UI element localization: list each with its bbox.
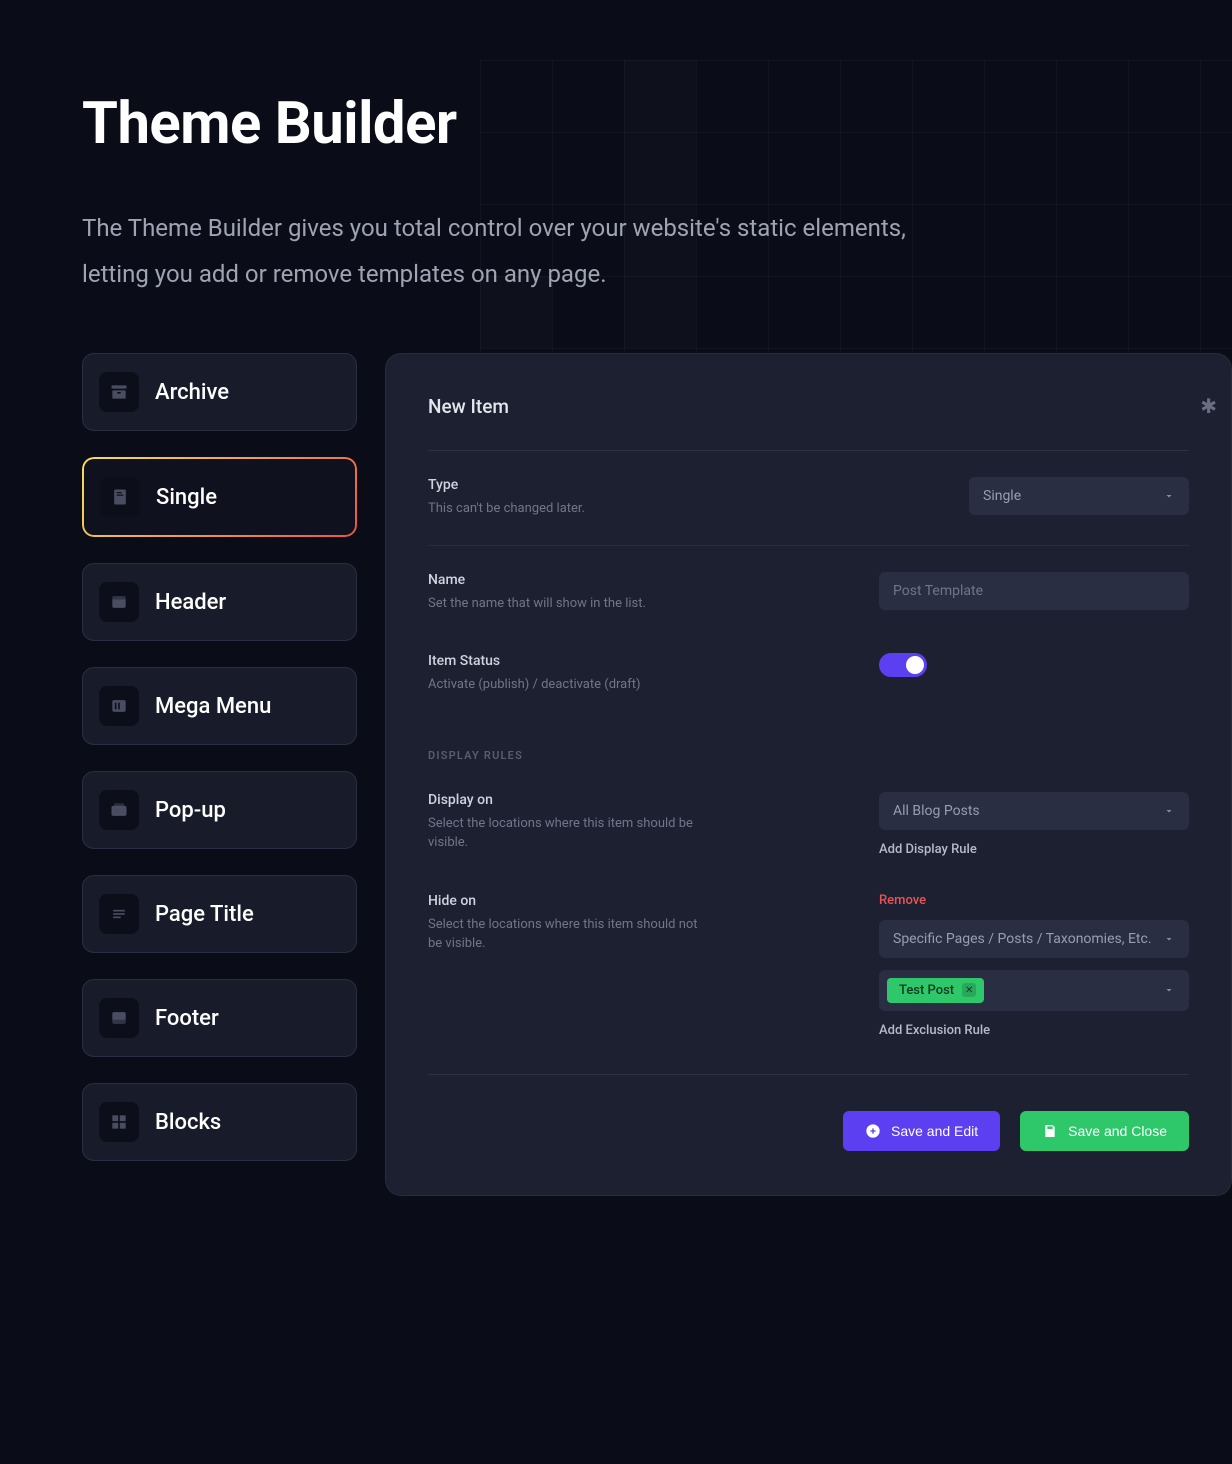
name-hint: Set the name that will show in the list. <box>428 594 708 614</box>
status-toggle[interactable] <box>879 653 927 677</box>
type-value: Single <box>983 488 1021 504</box>
sidebar-item-label: Blocks <box>155 1110 221 1135</box>
chevron-down-icon <box>1163 490 1175 502</box>
page-description: The Theme Builder gives you total contro… <box>82 206 952 297</box>
sidebar-item-label: Pop-up <box>155 798 226 823</box>
save-close-label: Save and Close <box>1068 1123 1167 1139</box>
popup-icon <box>99 790 139 830</box>
chevron-down-icon <box>1163 933 1175 945</box>
sidebar-item-label: Footer <box>155 1006 219 1031</box>
page-title: Theme Builder <box>82 90 1232 158</box>
hide-on-value: Specific Pages / Posts / Taxonomies, Etc… <box>893 931 1152 947</box>
display-on-label: Display on <box>428 792 708 808</box>
save-icon <box>1042 1123 1058 1139</box>
save-edit-label: Save and Edit <box>891 1123 978 1139</box>
tag-chip: Test Post ✕ <box>887 978 984 1003</box>
remove-link[interactable]: Remove <box>879 893 1189 908</box>
hide-on-select[interactable]: Specific Pages / Posts / Taxonomies, Etc… <box>879 920 1189 958</box>
sidebar-item-page-title[interactable]: Page Title <box>82 875 357 953</box>
hide-on-hint: Select the locations where this item sho… <box>428 915 708 954</box>
remove-tag-icon[interactable]: ✕ <box>962 983 976 997</box>
new-item-panel: New Item ✱ Type This can't be changed la… <box>385 353 1232 1196</box>
type-label: Type <box>428 477 708 493</box>
chevron-down-icon <box>1163 984 1175 996</box>
sidebar-item-archive[interactable]: Archive <box>82 353 357 431</box>
display-on-select[interactable]: All Blog Posts <box>879 792 1189 830</box>
sidebar-item-footer[interactable]: Footer <box>82 979 357 1057</box>
sidebar: Archive Single Header Mega Menu Pop-up <box>82 353 357 1196</box>
name-label: Name <box>428 572 708 588</box>
add-display-rule-link[interactable]: Add Display Rule <box>879 842 1189 857</box>
chevron-down-icon <box>1163 805 1175 817</box>
edit-icon <box>865 1123 881 1139</box>
sidebar-item-label: Archive <box>155 380 229 405</box>
sidebar-item-label: Header <box>155 590 226 615</box>
panel-title: New Item <box>428 395 509 418</box>
sidebar-item-label: Page Title <box>155 902 254 927</box>
save-and-close-button[interactable]: Save and Close <box>1020 1111 1189 1151</box>
sidebar-item-header[interactable]: Header <box>82 563 357 641</box>
sidebar-item-mega-menu[interactable]: Mega Menu <box>82 667 357 745</box>
display-on-hint: Select the locations where this item sho… <box>428 814 708 853</box>
sidebar-item-label: Mega Menu <box>155 694 271 719</box>
save-and-edit-button[interactable]: Save and Edit <box>843 1111 1000 1151</box>
tag-label: Test Post <box>899 983 954 998</box>
document-icon <box>100 477 140 517</box>
name-input[interactable]: Post Template <box>879 572 1189 610</box>
sidebar-item-popup[interactable]: Pop-up <box>82 771 357 849</box>
header-icon <box>99 582 139 622</box>
close-icon[interactable]: ✱ <box>1200 394 1217 418</box>
sidebar-item-label: Single <box>156 485 217 510</box>
display-rules-section-label: DISPLAY RULES <box>428 721 1189 766</box>
type-select[interactable]: Single <box>969 477 1189 515</box>
sidebar-item-blocks[interactable]: Blocks <box>82 1083 357 1161</box>
blocks-icon <box>99 1102 139 1142</box>
sidebar-item-single[interactable]: Single <box>82 457 357 537</box>
toggle-knob <box>906 656 924 674</box>
status-label: Item Status <box>428 653 708 669</box>
megamenu-icon <box>99 686 139 726</box>
footer-icon <box>99 998 139 1038</box>
status-hint: Activate (publish) / deactivate (draft) <box>428 675 708 695</box>
hide-on-label: Hide on <box>428 893 708 909</box>
display-on-value: All Blog Posts <box>893 803 980 819</box>
add-exclusion-rule-link[interactable]: Add Exclusion Rule <box>879 1023 1189 1038</box>
type-hint: This can't be changed later. <box>428 499 708 519</box>
pagetitle-icon <box>99 894 139 934</box>
archive-icon <box>99 372 139 412</box>
name-placeholder: Post Template <box>893 583 983 599</box>
hide-on-tag-select[interactable]: Test Post ✕ <box>879 970 1189 1011</box>
